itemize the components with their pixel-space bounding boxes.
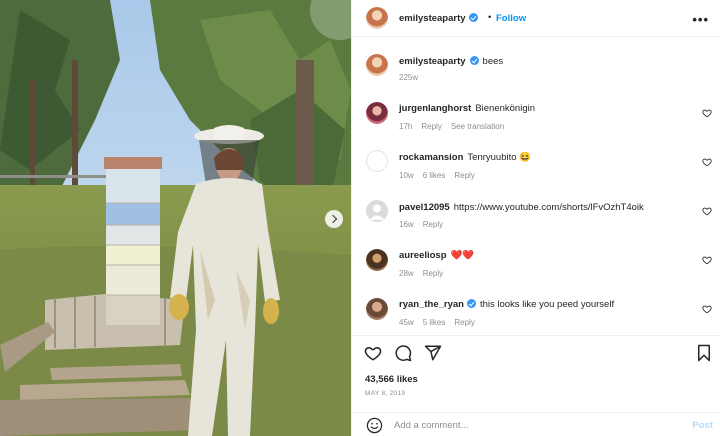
carousel-next-button[interactable]: [325, 210, 343, 228]
post-actions: 43,566 likes MAY 8, 2019 Post: [352, 335, 720, 436]
post-details-panel: emilysteaparty • Follow ••• emilysteapar…: [351, 0, 720, 436]
comment-meta: 10w 6 likes Reply: [399, 171, 484, 180]
comment: aureeliosp ❤️❤️: [399, 250, 474, 261]
comment-like-heart-icon[interactable]: [702, 304, 712, 314]
comment-username[interactable]: ryan_the_ryan: [399, 299, 464, 310]
comment-avatar[interactable]: [366, 200, 388, 222]
comment-username[interactable]: jurgenlanghorst: [399, 103, 471, 114]
comment-likes[interactable]: 6 likes: [423, 171, 446, 180]
follow-button[interactable]: Follow: [496, 13, 526, 24]
comment-username[interactable]: pavel12095: [399, 202, 450, 213]
reply-button[interactable]: Reply: [423, 269, 443, 278]
comment-like-heart-icon[interactable]: [702, 108, 712, 118]
see-translation-button[interactable]: See translation: [451, 122, 504, 131]
reply-button[interactable]: Reply: [454, 171, 474, 180]
comment-text: Tenryuubito 😆: [467, 152, 532, 163]
caption-time[interactable]: 225w: [399, 73, 418, 82]
reply-button[interactable]: Reply: [421, 122, 441, 131]
comment-avatar[interactable]: [366, 249, 388, 271]
reply-button[interactable]: Reply: [423, 220, 443, 229]
comment-avatar[interactable]: [366, 150, 388, 172]
default-avatar-icon: [369, 204, 385, 220]
comment-time[interactable]: 17h: [399, 122, 412, 131]
verified-badge-icon: [468, 13, 478, 22]
comment-meta: 17h Reply See translation: [399, 122, 513, 131]
reply-button[interactable]: Reply: [454, 318, 474, 327]
comment-verified-icon: [466, 299, 476, 308]
comment-like-heart-icon[interactable]: [702, 157, 712, 167]
likes-count[interactable]: 43,566 likes: [365, 374, 418, 385]
comment-time[interactable]: 28w: [399, 269, 414, 278]
bookmark-icon[interactable]: [696, 344, 712, 362]
comment: ryan_the_ryan this looks like you peed yo…: [399, 299, 614, 310]
comment-like-heart-icon[interactable]: [702, 206, 712, 216]
comment: rockamansion Tenryuubito 😆: [399, 152, 531, 163]
add-comment-bar: Post: [352, 412, 720, 436]
author-username-text[interactable]: emilysteaparty: [399, 13, 466, 24]
comment-time[interactable]: 45w: [399, 318, 414, 327]
comment-text: this looks like you peed yourself: [479, 299, 615, 310]
more-options-icon[interactable]: •••: [692, 12, 709, 27]
comment-time[interactable]: 16w: [399, 220, 414, 229]
comment-likes[interactable]: 5 likes: [423, 318, 446, 327]
comment-icon[interactable]: [394, 344, 412, 362]
post-comment-button[interactable]: Post: [692, 420, 713, 431]
author-avatar[interactable]: [366, 7, 388, 29]
comment-avatar[interactable]: [366, 298, 388, 320]
comment-meta: 16w Reply: [399, 220, 452, 229]
heart-icon[interactable]: [364, 344, 382, 362]
share-icon[interactable]: [424, 344, 442, 362]
comment-link[interactable]: https://www.youtube.com/shorts/lFvOzhT4o…: [454, 202, 644, 213]
comment-text: ❤️❤️: [450, 250, 475, 261]
comment: jurgenlanghorst Bienenkönigin: [399, 103, 535, 114]
caption: emilysteaparty bees: [399, 56, 503, 67]
post-date[interactable]: MAY 8, 2019: [365, 390, 405, 397]
author-username[interactable]: emilysteaparty: [399, 13, 478, 24]
comment-time[interactable]: 10w: [399, 171, 414, 180]
caption-verified-icon: [469, 56, 479, 65]
caption-avatar[interactable]: [366, 54, 388, 76]
comment-username[interactable]: rockamansion: [399, 152, 463, 163]
post-header: emilysteaparty • Follow •••: [352, 0, 720, 37]
comment-username[interactable]: aureeliosp: [399, 250, 447, 261]
caption-text: bees: [482, 56, 504, 67]
comment-meta: 28w Reply: [399, 269, 452, 278]
emoji-icon[interactable]: [366, 417, 383, 434]
follow-separator: •: [488, 12, 492, 23]
comment-meta: 45w 5 likes Reply: [399, 318, 484, 327]
caption-username[interactable]: emilysteaparty: [399, 56, 466, 67]
comment: pavel12095 https://www.youtube.com/shorts…: [399, 202, 644, 213]
post-photo[interactable]: [0, 0, 351, 436]
beekeeper-photo: [0, 0, 351, 436]
caption-meta: 225w: [399, 73, 427, 82]
comment-avatar[interactable]: [366, 102, 388, 124]
comment-input[interactable]: [394, 417, 674, 434]
comment-like-heart-icon[interactable]: [702, 255, 712, 265]
comment-text: Bienenkönigin: [475, 103, 535, 114]
